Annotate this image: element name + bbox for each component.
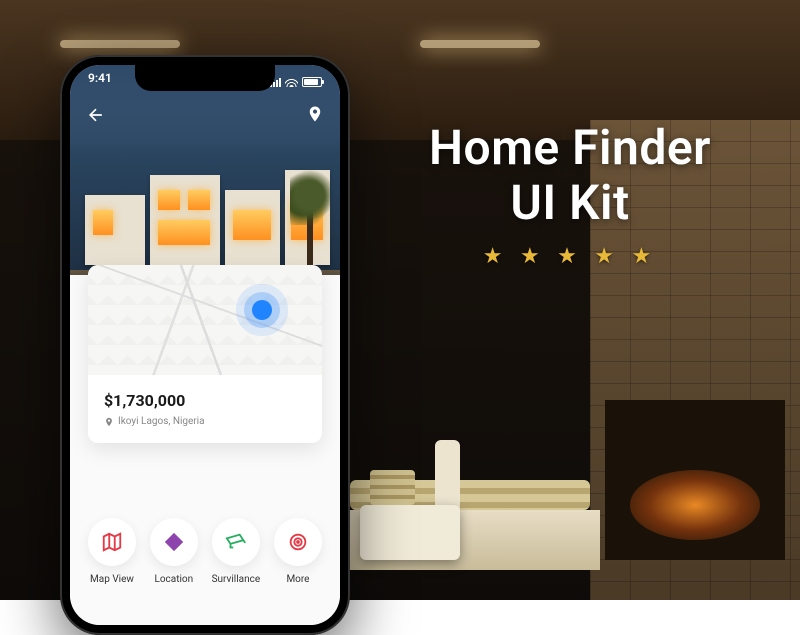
feature-label: Survillance — [212, 574, 261, 585]
promo-title-block: Home Finder UI Kit ★ ★ ★ ★ ★ — [410, 120, 730, 269]
map-preview[interactable] — [88, 265, 322, 375]
back-button[interactable] — [86, 105, 106, 129]
rating-stars: ★ ★ ★ ★ ★ — [410, 244, 730, 269]
status-time: 9:41 — [88, 71, 112, 93]
phone-notch — [135, 65, 275, 91]
fire-glow — [630, 470, 760, 540]
camera-icon — [225, 531, 247, 553]
feature-location[interactable]: Location — [150, 518, 198, 585]
directions-icon — [163, 531, 185, 553]
listing-card[interactable]: $1,730,000 Ikoyi Lagos, Nigeria — [88, 265, 322, 443]
feature-surveillance[interactable]: Survillance — [212, 518, 261, 585]
feature-label: Location — [154, 574, 193, 585]
content-area: $1,730,000 Ikoyi Lagos, Nigeria Map View — [70, 275, 340, 625]
arrow-left-icon — [86, 105, 106, 125]
listing-location-text: Ikoyi Lagos, Nigeria — [118, 416, 205, 427]
map-icon — [101, 531, 123, 553]
phone-screen: 9:41 — [70, 65, 340, 625]
feature-label: Map View — [90, 574, 134, 585]
armchair — [360, 440, 460, 560]
wifi-icon — [285, 77, 298, 87]
user-location-dot — [252, 300, 272, 320]
title-line-2: UI Kit — [410, 175, 730, 230]
listing-location-row: Ikoyi Lagos, Nigeria — [104, 416, 306, 427]
location-pin-icon — [104, 417, 114, 427]
status-indicators — [270, 71, 322, 93]
feature-more[interactable]: More — [274, 518, 322, 585]
house-illustration — [85, 165, 325, 275]
feature-map-view[interactable]: Map View — [88, 518, 136, 585]
battery-icon — [302, 77, 322, 87]
pin-icon — [306, 105, 324, 123]
map-pin-button[interactable] — [306, 105, 324, 127]
feature-label: More — [286, 574, 309, 585]
phone-mockup: 9:41 — [60, 55, 350, 635]
target-icon — [287, 531, 309, 553]
feature-row: Map View Location Survillance — [88, 518, 322, 585]
listing-price: $1,730,000 — [104, 391, 306, 410]
tree-illustration — [290, 165, 330, 265]
listing-info: $1,730,000 Ikoyi Lagos, Nigeria — [88, 375, 322, 443]
title-line-1: Home Finder — [410, 120, 730, 175]
